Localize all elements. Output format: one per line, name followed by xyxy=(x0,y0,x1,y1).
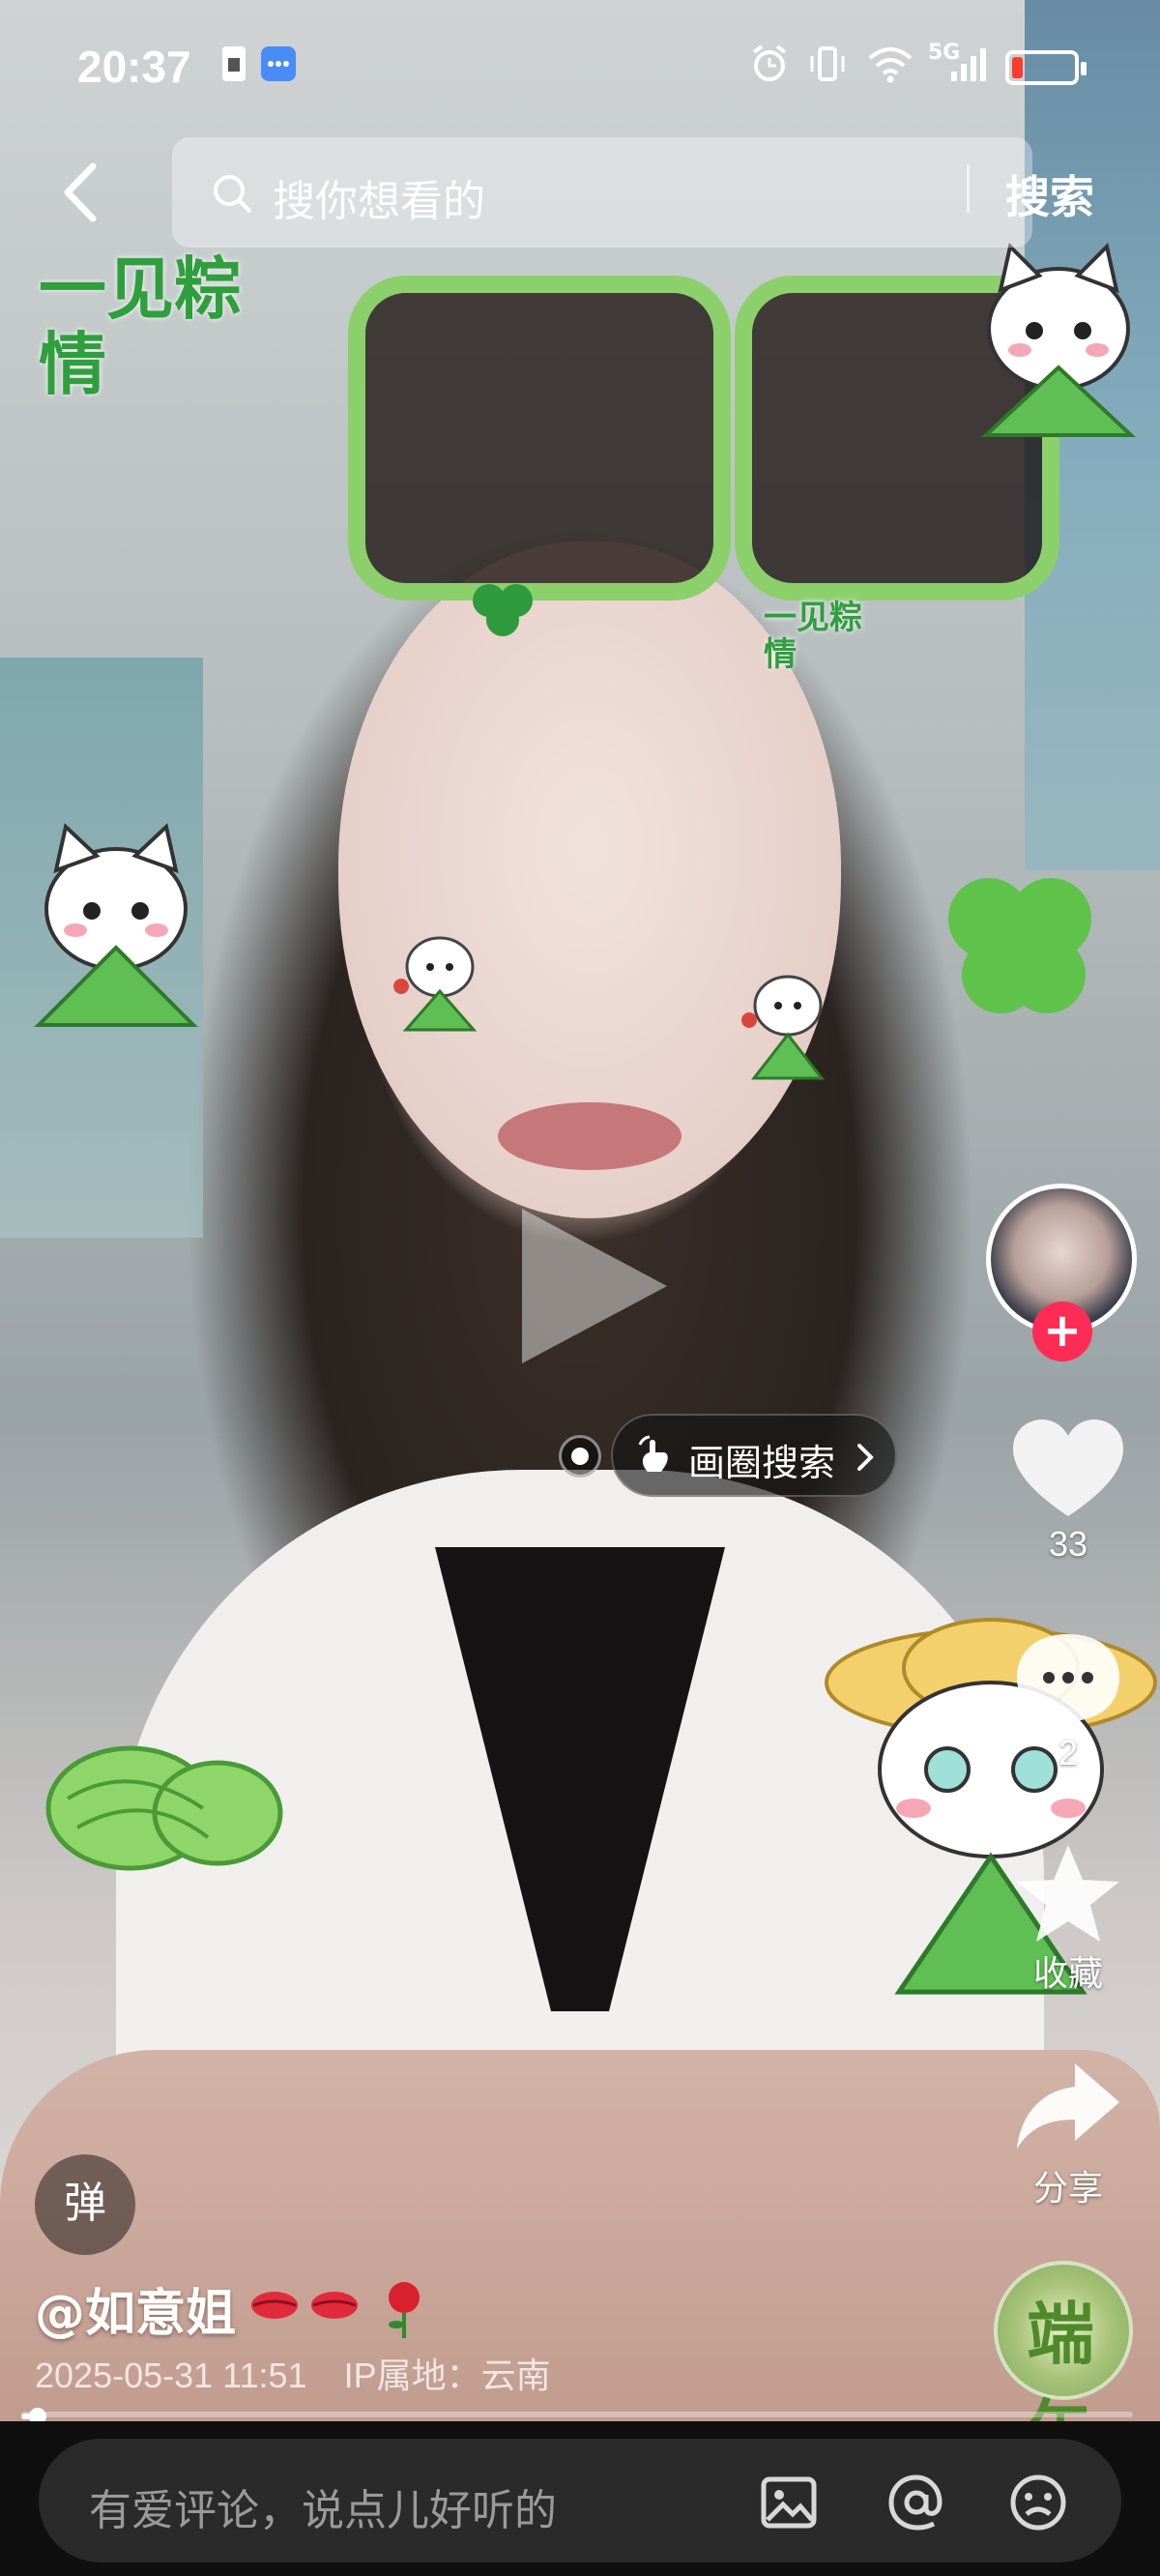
circle-search-button[interactable]: 画圈搜索 xyxy=(611,1414,897,1497)
comment-placeholder: 有爱评论，说点儿好听的 xyxy=(89,2486,557,2535)
post-date: 2025-05-31 11:51 xyxy=(35,2356,307,2395)
music-disc[interactable]: 端午 xyxy=(994,2261,1133,2472)
image-icon[interactable] xyxy=(758,2472,820,2533)
comment-count: 2 xyxy=(1058,1733,1079,1772)
favorite-label: 收藏 xyxy=(1032,1953,1103,1993)
status-time: 20:37 xyxy=(77,42,191,92)
battery-level xyxy=(1012,57,1023,78)
cat-sticker-top-right-icon xyxy=(980,243,1137,437)
video-progress[interactable] xyxy=(0,2408,1160,2425)
zongzi-text-sticker: 一见粽情 xyxy=(39,249,242,404)
video-lips xyxy=(498,1102,682,1170)
face-text-sticker: 一见粽情 xyxy=(764,599,862,674)
circle-search-label: 画圈搜索 xyxy=(688,1442,836,1484)
like-heart-icon[interactable] xyxy=(1005,1412,1131,1528)
clover-sticker-icon xyxy=(473,584,533,636)
signal-icon xyxy=(951,48,986,81)
glasses-sticker-left xyxy=(348,276,731,600)
search-icon xyxy=(214,175,251,213)
hand-gesture-icon xyxy=(638,1435,668,1472)
status-bar: 20:37 5G xyxy=(0,29,1160,106)
message-bubble-icon xyxy=(261,46,296,81)
cat-sticker-cheek-left-icon xyxy=(393,936,478,1032)
wifi-icon xyxy=(868,47,913,83)
search-placeholder: 搜你想看的 xyxy=(273,177,485,226)
mention-at-icon[interactable] xyxy=(885,2472,947,2533)
search-button[interactable]: 搜索 xyxy=(1005,162,1094,226)
like-count: 33 xyxy=(1048,1524,1088,1564)
cat-sticker-left-icon xyxy=(34,823,198,1027)
emoji-icon[interactable] xyxy=(1007,2472,1069,2533)
comment-input[interactable]: 有爱评论，说点儿好听的 xyxy=(39,2439,1121,2562)
comment-icon[interactable] xyxy=(1005,1625,1131,1741)
play-icon[interactable] xyxy=(493,1189,686,1383)
ip-location: IP属地：云南 xyxy=(343,2356,551,2395)
search-input[interactable]: 搜你想看的 xyxy=(172,137,1032,248)
circle-search-dot[interactable] xyxy=(559,1435,601,1478)
alarm-icon xyxy=(752,44,787,81)
post-meta: 2025-05-31 11:51 IP属地：云南 xyxy=(35,2348,551,2398)
video-feed-screen: 一见粽情 一见粽情 20:37 5G 搜你想看的 搜索 画圈搜索 + 33 2 … xyxy=(0,0,1160,2576)
cat-sticker-cheek-right-icon xyxy=(741,975,826,1080)
share-label: 分享 xyxy=(1032,2168,1103,2208)
author-name[interactable]: @如意姐 xyxy=(35,2272,236,2345)
rose-emoji-icon xyxy=(389,2282,420,2338)
progress-track xyxy=(21,2412,1133,2417)
search-divider xyxy=(967,164,970,213)
back-button[interactable] xyxy=(54,159,108,226)
danmu-toggle-button[interactable]: 弹 xyxy=(35,2154,135,2255)
sim-icon xyxy=(222,46,246,81)
battery-icon xyxy=(1005,50,1087,85)
favorite-star-icon[interactable] xyxy=(1005,1837,1131,1953)
lips-emoji-icon xyxy=(251,2292,298,2319)
share-arrow-icon[interactable] xyxy=(1005,2050,1131,2166)
chevron-right-icon xyxy=(857,1444,874,1471)
follow-button[interactable]: + xyxy=(1032,1302,1092,1361)
comment-bar: 有爱评论，说点儿好听的 xyxy=(0,2421,1160,2576)
vibrate-icon xyxy=(810,46,845,81)
clover-large-icon xyxy=(948,878,1091,1013)
zongzi-sticker-icon xyxy=(45,1745,283,1871)
lips-emoji-icon xyxy=(311,2292,358,2319)
